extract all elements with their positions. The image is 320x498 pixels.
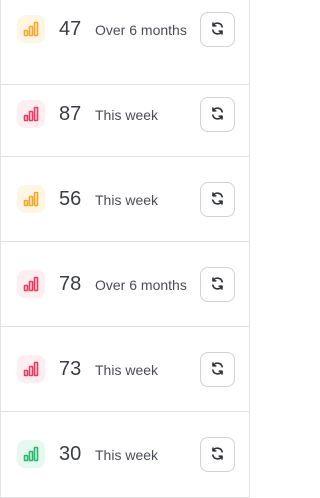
list-item: 30 This week: [1, 412, 249, 497]
score-value: 30: [59, 443, 82, 465]
period-label: This week: [95, 107, 159, 123]
period-label: This week: [95, 447, 159, 463]
score-list: 47 Over 6 months 87 This week 56 This we…: [0, 0, 250, 498]
signal-bars-icon: [17, 270, 45, 298]
refresh-button[interactable]: [200, 352, 235, 387]
refresh-icon: [210, 191, 225, 209]
score-value: 78: [59, 273, 82, 295]
score-value: 87: [59, 103, 82, 125]
list-item: 73 This week: [1, 327, 249, 412]
refresh-button[interactable]: [200, 267, 235, 302]
refresh-icon: [210, 106, 225, 124]
score-value: 47: [59, 18, 82, 40]
period-label: This week: [95, 192, 159, 208]
refresh-button[interactable]: [200, 437, 235, 472]
period-label: Over 6 months: [95, 277, 187, 293]
score-value: 73: [59, 358, 82, 380]
period-label: Over 6 months: [95, 22, 187, 38]
signal-bars-icon: [17, 15, 45, 43]
score-value: 56: [59, 188, 82, 210]
refresh-button[interactable]: [200, 182, 235, 217]
list-item: 78 Over 6 months: [1, 242, 249, 327]
signal-bars-icon: [17, 100, 45, 128]
refresh-icon: [210, 276, 225, 294]
signal-bars-icon: [17, 185, 45, 213]
refresh-icon: [210, 361, 225, 379]
refresh-icon: [210, 21, 225, 39]
signal-bars-icon: [17, 355, 45, 383]
list-item: 56 This week: [1, 157, 249, 242]
list-item: 87 This week: [1, 72, 249, 157]
refresh-button[interactable]: [200, 97, 235, 132]
signal-bars-icon: [17, 440, 45, 468]
refresh-button[interactable]: [200, 12, 235, 47]
refresh-icon: [210, 446, 225, 464]
period-label: This week: [95, 362, 159, 378]
